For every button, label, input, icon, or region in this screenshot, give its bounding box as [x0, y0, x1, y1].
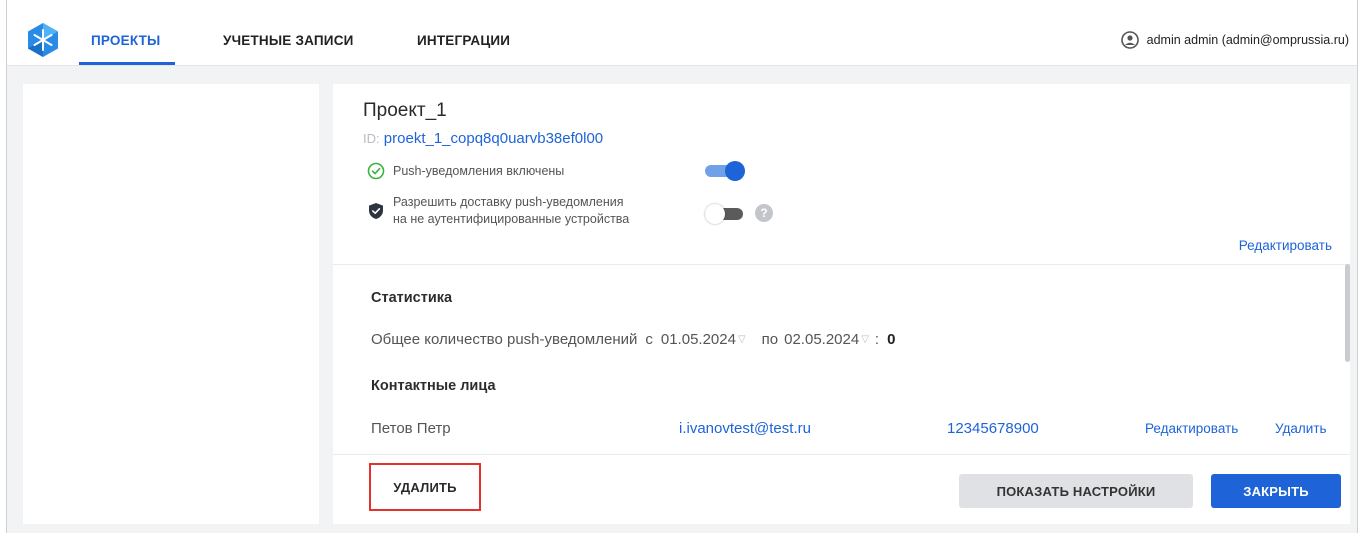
help-icon[interactable]: ? — [755, 204, 773, 222]
push-notifications-toggle[interactable] — [705, 161, 747, 181]
chevron-down-icon[interactable]: ▽ — [738, 334, 746, 345]
stat-separator: : — [874, 330, 880, 348]
edit-project-link[interactable]: Редактировать — [1239, 238, 1332, 253]
tab-integrations[interactable]: ИНТЕГРАЦИИ — [417, 33, 510, 48]
project-details-panel: Проект_1 ID: proekt_1_copq8q0uarvb38ef0l… — [333, 84, 1350, 524]
top-header: ПРОЕКТЫ УЧЕТНЫЕ ЗАПИСИ ИНТЕГРАЦИИ admin … — [7, 0, 1357, 66]
allow-delivery-text: Разрешить доставку push-уведомления на н… — [393, 194, 629, 228]
scrollbar[interactable] — [1345, 264, 1350, 362]
project-id-label: ID: — [363, 131, 380, 146]
to-label: по — [761, 330, 779, 348]
chevron-down-icon[interactable]: ▽ — [861, 334, 869, 345]
total-push-label: Общее количество push-уведомлений — [371, 330, 638, 348]
user-menu[interactable]: admin admin (admin@omprussia.ru) — [1120, 30, 1349, 50]
toggle-knob — [725, 161, 745, 181]
allow-delivery-line-2: на не аутентифицированные устройства — [393, 212, 630, 226]
project-id-value[interactable]: proekt_1_copq8q0uarvb38ef0l00 — [384, 130, 603, 147]
user-name: admin admin (admin@omprussia.ru) — [1146, 33, 1349, 47]
account-circle-icon — [1120, 31, 1139, 49]
from-date-picker[interactable]: 01.05.2024 — [661, 331, 736, 348]
delete-contact-link[interactable]: Удалить — [1275, 421, 1327, 436]
push-count: 0 — [887, 330, 896, 348]
footer-divider — [333, 454, 1350, 455]
toggle-knob — [705, 204, 725, 224]
tab-projects[interactable]: ПРОЕКТЫ — [91, 33, 160, 48]
allow-delivery-line-1: Разрешить доставку push-уведомления — [393, 195, 624, 209]
statistics-title: Статистика — [371, 290, 453, 306]
section-divider — [333, 264, 1350, 265]
contact-name: Петов Петр — [371, 420, 451, 437]
shield-check-icon — [369, 203, 383, 219]
to-date-picker[interactable]: 02.05.2024 — [784, 331, 859, 348]
contact-email[interactable]: i.ivanovtest@test.ru — [679, 420, 811, 437]
active-tab-indicator — [79, 62, 175, 65]
from-label: с — [645, 330, 653, 348]
contact-phone[interactable]: 12345678900 — [947, 420, 1039, 437]
close-button[interactable]: ЗАКРЫТЬ — [1211, 474, 1341, 508]
show-settings-button[interactable]: ПОКАЗАТЬ НАСТРОЙКИ — [959, 474, 1193, 508]
delete-project-button[interactable]: УДАЛИТЬ — [369, 463, 481, 511]
push-status-text: Push-уведомления включены — [393, 164, 565, 178]
contacts-title: Контактные лица — [371, 378, 496, 394]
snowflake-logo[interactable] — [25, 22, 61, 58]
edit-contact-link[interactable]: Редактировать — [1145, 421, 1238, 436]
allow-unauthenticated-toggle[interactable] — [705, 204, 747, 224]
check-circle-icon — [367, 162, 385, 180]
app-window: ПРОЕКТЫ УЧЕТНЫЕ ЗАПИСИ ИНТЕГРАЦИИ admin … — [6, 0, 1358, 533]
project-title: Проект_1 — [363, 100, 447, 121]
tab-accounts[interactable]: УЧЕТНЫЕ ЗАПИСИ — [223, 33, 354, 48]
statistics-row: Общее количество push-уведомлений с 01.0… — [371, 328, 895, 350]
project-id: ID: proekt_1_copq8q0uarvb38ef0l00 — [363, 130, 603, 147]
projects-list-panel — [23, 84, 319, 524]
